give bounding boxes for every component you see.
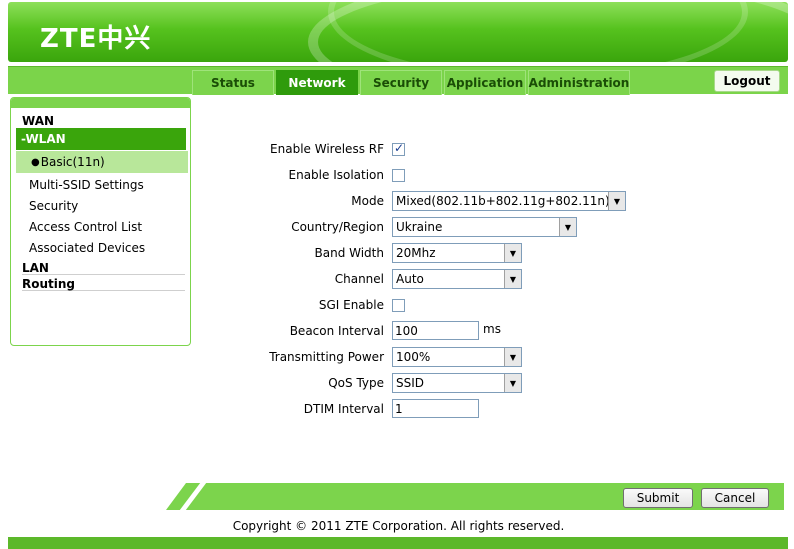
tab-administration[interactable]: Administration [528,70,630,95]
chevron-down-icon: ▼ [504,348,521,366]
transmitting-power-label: Transmitting Power [269,350,384,364]
chevron-down-icon: ▼ [504,270,521,288]
country-region-select-value: Ukraine [396,220,443,234]
band-width-label: Band Width [314,246,385,260]
tab-status[interactable]: Status [192,70,274,95]
chevron-down-icon: ▼ [504,244,521,262]
enable-isolation-checkbox[interactable] [392,169,405,182]
enable-isolation-label: Enable Isolation [288,168,385,182]
sidebar-item-basic-label: Basic(11n) [40,155,105,169]
beacon-interval-input[interactable]: 100 [392,321,479,340]
footer-bar [8,537,788,549]
transmitting-power-select[interactable]: 100% ▼ [392,347,522,367]
zte-logo: ZTE中兴 [40,24,152,54]
tab-application[interactable]: Application [444,70,526,95]
band-width-select[interactable]: 20Mhz ▼ [392,243,522,263]
sidebar-item-wan[interactable]: WAN [22,114,185,128]
chevron-down-icon: ▼ [559,218,576,236]
country-region-label: Country/Region [291,220,384,234]
transmitting-power-select-value: 100% [396,350,431,364]
mode-select[interactable]: Mixed(802.11b+802.11g+802.11n) ▼ [392,191,626,211]
mode-select-value: Mixed(802.11b+802.11g+802.11n) [396,194,610,208]
enable-wireless-rf-checkbox[interactable] [392,141,405,156]
qos-type-select[interactable]: SSID ▼ [392,373,522,393]
cancel-button[interactable]: Cancel [701,488,769,508]
copyright-text: Copyright © 2011 ZTE Corporation. All ri… [232,519,565,533]
sidebar-item-basic[interactable]: ● Basic(11n) [16,151,188,173]
channel-select[interactable]: Auto ▼ [392,269,522,289]
sgi-enable-checkbox[interactable] [392,299,405,312]
tab-network[interactable]: Network [276,70,358,95]
sidebar: WAN -WLAN ● Basic(11n) Multi-SSID Settin… [10,97,191,346]
chevron-down-icon: ▼ [504,374,521,392]
submit-button[interactable]: Submit [623,488,693,508]
channel-label: Channel [334,272,384,286]
band-width-select-value: 20Mhz [396,246,436,260]
sidebar-item-wlan[interactable]: -WLAN [16,128,186,150]
header-banner: ZTE中兴 [8,2,788,62]
sidebar-item-multi-ssid[interactable]: Multi-SSID Settings [29,178,144,192]
sidebar-item-associated-devices[interactable]: Associated Devices [29,241,145,255]
beacon-interval-label: Beacon Interval [289,324,384,338]
header-swoosh-decoration-2 [328,2,748,62]
logout-button[interactable]: Logout [714,70,780,92]
top-navigation: Status Network Security Application Admi… [8,66,788,95]
beacon-interval-unit: ms [483,322,501,336]
qos-type-select-value: SSID [396,376,425,390]
dtim-interval-label: DTIM Interval [303,402,384,416]
country-region-select[interactable]: Ukraine ▼ [392,217,577,237]
enable-wireless-rf-label: Enable Wireless RF [270,142,384,156]
dtim-interval-input[interactable]: 1 [392,399,479,418]
sidebar-top-bar [11,98,190,108]
sgi-enable-label: SGI Enable [318,298,384,312]
action-bar: Submit Cancel [166,483,784,510]
chevron-down-icon: ▼ [608,192,625,210]
sidebar-item-security[interactable]: Security [29,199,78,213]
sidebar-item-routing[interactable]: Routing [22,277,185,291]
mode-label: Mode [351,194,384,208]
sidebar-item-lan[interactable]: LAN [22,261,185,275]
bullet-icon: ● [31,156,40,168]
sidebar-item-access-control-list[interactable]: Access Control List [29,220,142,234]
channel-select-value: Auto [396,272,424,286]
tab-security[interactable]: Security [360,70,442,95]
qos-type-label: QoS Type [328,376,384,390]
